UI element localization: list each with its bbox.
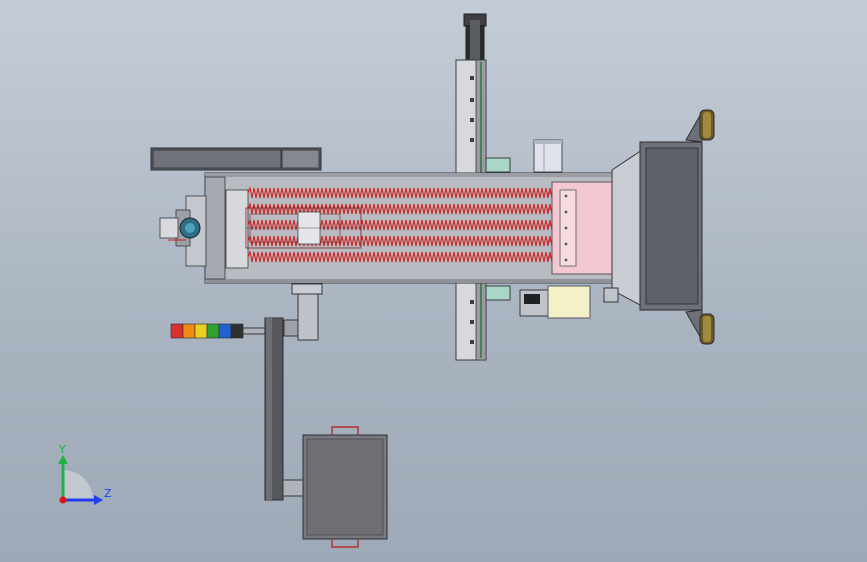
signal-tower-segment [194,323,208,339]
top-left-actuator-box[interactable] [150,147,322,171]
leveling-foot-top[interactable] [699,109,715,141]
top-canister[interactable] [533,139,563,173]
motor-arm[interactable] [264,317,304,501]
support-post[interactable] [283,283,323,341]
signal-tower-segment [170,323,184,339]
signal-tower-segment [206,323,220,339]
coordinate-triad: Y Z [58,443,112,505]
signal-tower-segment [182,323,196,339]
signal-tower-segment [218,323,232,339]
left-door-mechanism[interactable] [159,195,207,267]
z-axis-label: Z [104,487,112,500]
signal-tower-light[interactable] [170,323,268,339]
motor-box[interactable] [302,426,388,548]
signal-tower-rod [242,327,268,335]
control-boxes[interactable] [519,285,619,319]
cad-viewport[interactable]: Y Z [0,0,867,562]
z-axis-arrowhead [94,495,103,505]
model-canvas[interactable]: Y Z [0,0,867,562]
y-axis-arrowhead [58,455,68,464]
x-axis-dot [59,496,67,504]
y-axis-label: Y [58,443,66,456]
right-end-housing[interactable] [611,110,703,342]
leveling-foot-bottom[interactable] [699,313,715,345]
signal-tower-segment [230,323,244,339]
